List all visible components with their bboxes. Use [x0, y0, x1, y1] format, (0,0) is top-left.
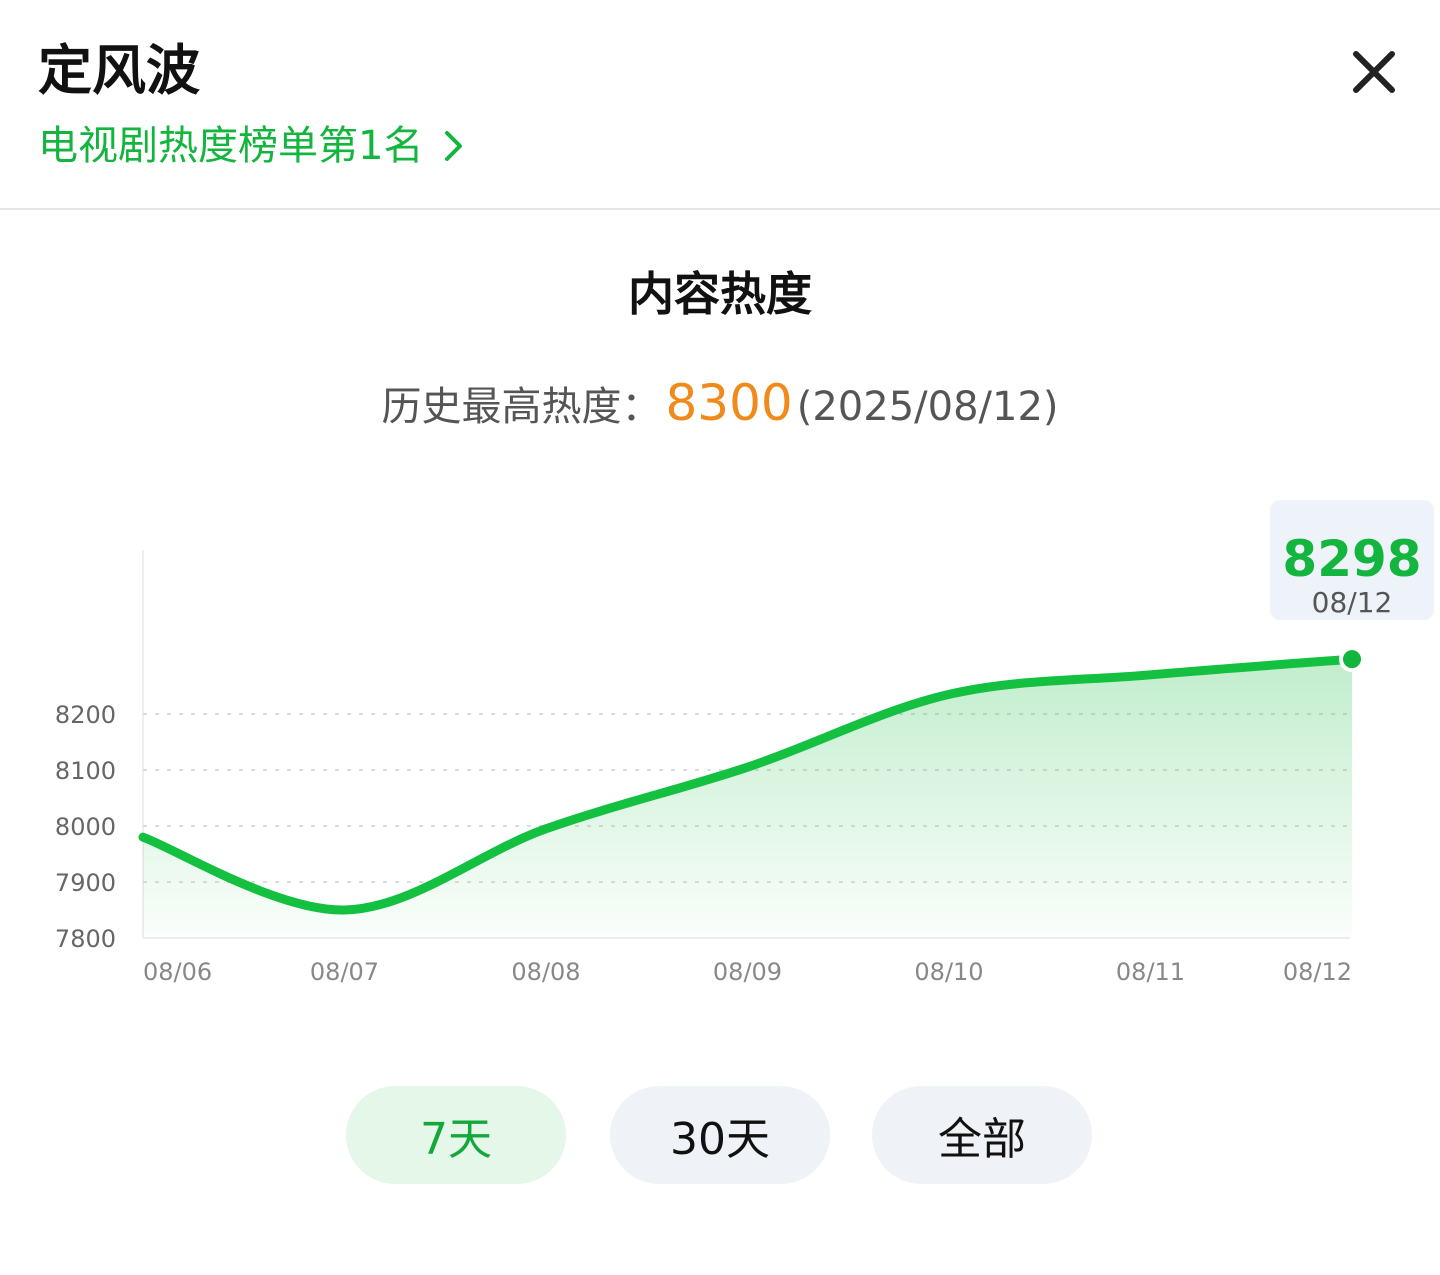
x-tick-label: 08/09 — [713, 958, 782, 986]
peak-heat-label: 历史最高热度： — [381, 384, 662, 430]
heat-chart: 7800 7900 8000 8100 8200 08/06 08/07 08/08 08/0… — [0, 470, 1440, 1030]
tab-7-days[interactable]: 7天 — [346, 1086, 566, 1184]
tooltip-value: 8298 — [1282, 530, 1422, 588]
series-area — [143, 659, 1352, 938]
y-tick-label: 7800 — [55, 925, 116, 953]
bottom-sheet: 定风波 电视剧热度榜单第1名 内容热度 历史最高热度：8300 (2025/08/… — [0, 0, 1440, 1275]
x-tick-label: 08/12 — [1283, 958, 1352, 986]
x-tick-label: 08/10 — [914, 958, 983, 986]
tooltip-date: 08/12 — [1311, 586, 1393, 619]
highlight-point[interactable] — [1339, 646, 1365, 673]
range-tabs: 7天 30天 全部 — [0, 1086, 1440, 1184]
heat-chart-svg: 7800 7900 8000 8100 8200 08/06 08/07 08/08 08/0… — [55, 550, 1365, 986]
y-tick-label: 8000 — [55, 813, 116, 841]
ranking-link-label: 电视剧热度榜单第1名 — [38, 123, 424, 169]
y-tick-label: 8100 — [55, 757, 116, 785]
header-divider — [0, 208, 1440, 210]
tab-all[interactable]: 全部 — [872, 1086, 1092, 1184]
page-title: 定风波 — [38, 39, 200, 102]
x-tick-label: 08/11 — [1116, 958, 1185, 986]
ranking-link[interactable]: 电视剧热度榜单第1名 — [38, 118, 465, 174]
peak-heat-value: 8300 — [665, 374, 793, 432]
close-icon — [1353, 51, 1395, 93]
peak-heat-date: (2025/08/12) — [796, 384, 1059, 430]
x-tick-label: 08/07 — [310, 958, 379, 986]
y-tick-label: 7900 — [55, 869, 116, 897]
x-tick-label: 08/06 — [143, 958, 212, 986]
sheet-header: 定风波 电视剧热度榜单第1名 — [0, 0, 1440, 208]
x-tick-label: 08/08 — [511, 958, 580, 986]
close-button[interactable] — [1342, 40, 1406, 104]
peak-heat-line: 历史最高热度：8300 (2025/08/12) — [0, 370, 1440, 448]
chevron-right-icon — [445, 131, 463, 161]
tab-30-days[interactable]: 30天 — [610, 1086, 830, 1184]
y-tick-label: 8200 — [55, 701, 116, 729]
section-title: 内容热度 — [628, 267, 812, 321]
data-tooltip: 8298 08/12 — [1270, 500, 1434, 620]
